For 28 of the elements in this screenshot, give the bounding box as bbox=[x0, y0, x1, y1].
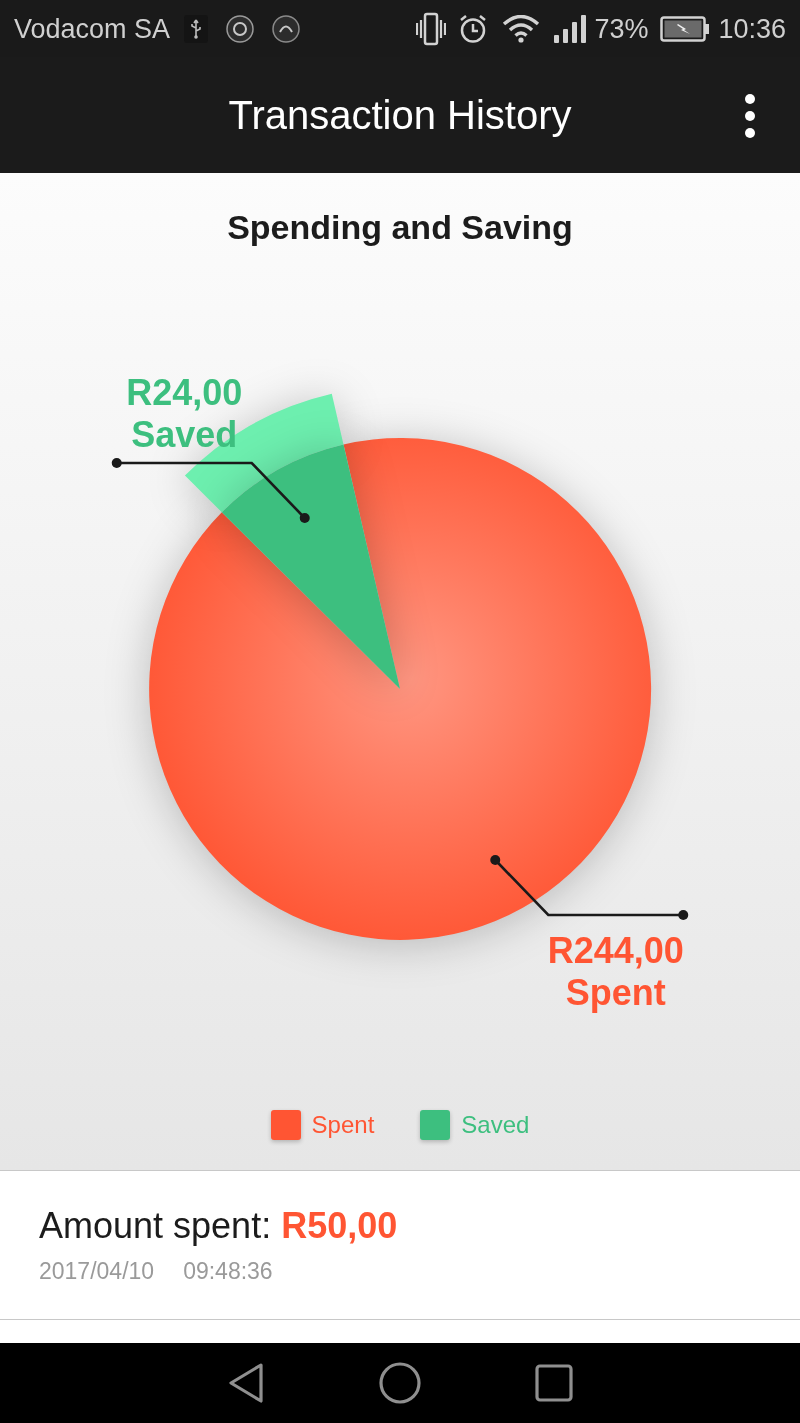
transaction-row[interactable]: Amount spent: R50,00 2017/04/10 09:48:36 bbox=[0, 1170, 800, 1320]
wifi-icon bbox=[502, 14, 541, 43]
notification-icon bbox=[226, 14, 255, 43]
slice-value-label: R244,00 bbox=[547, 930, 684, 972]
chart-title: Spending and Saving bbox=[227, 207, 573, 248]
slice-name-label: Spent bbox=[565, 972, 666, 1014]
battery-percentage: 73% bbox=[594, 12, 649, 46]
legend-label: Saved bbox=[461, 1110, 530, 1140]
recent-apps-button[interactable] bbox=[533, 1362, 575, 1404]
home-button[interactable] bbox=[377, 1360, 423, 1406]
vibrate-icon bbox=[416, 11, 447, 46]
clock-time: 10:36 bbox=[718, 12, 786, 46]
more-vertical-icon bbox=[744, 93, 756, 139]
transaction-time: 09:48:36 bbox=[183, 1257, 273, 1285]
transaction-date: 2017/04/10 bbox=[39, 1257, 155, 1285]
usb-icon bbox=[184, 14, 209, 43]
back-icon bbox=[227, 1362, 265, 1404]
notification-icon bbox=[272, 14, 301, 43]
carrier-name: Vodacom SA bbox=[14, 12, 171, 46]
slice-name-label: Saved bbox=[131, 413, 238, 455]
signal-icon bbox=[554, 14, 587, 43]
transaction-amount: Amount spent: R50,00 bbox=[39, 1205, 399, 1247]
home-icon bbox=[379, 1362, 421, 1404]
slice-value-label: R24,00 bbox=[126, 371, 243, 413]
screen-title: Transaction History bbox=[228, 92, 572, 139]
battery-charging-icon bbox=[660, 15, 711, 42]
recent-apps-icon bbox=[535, 1364, 573, 1402]
legend-label: Spent bbox=[311, 1110, 375, 1140]
